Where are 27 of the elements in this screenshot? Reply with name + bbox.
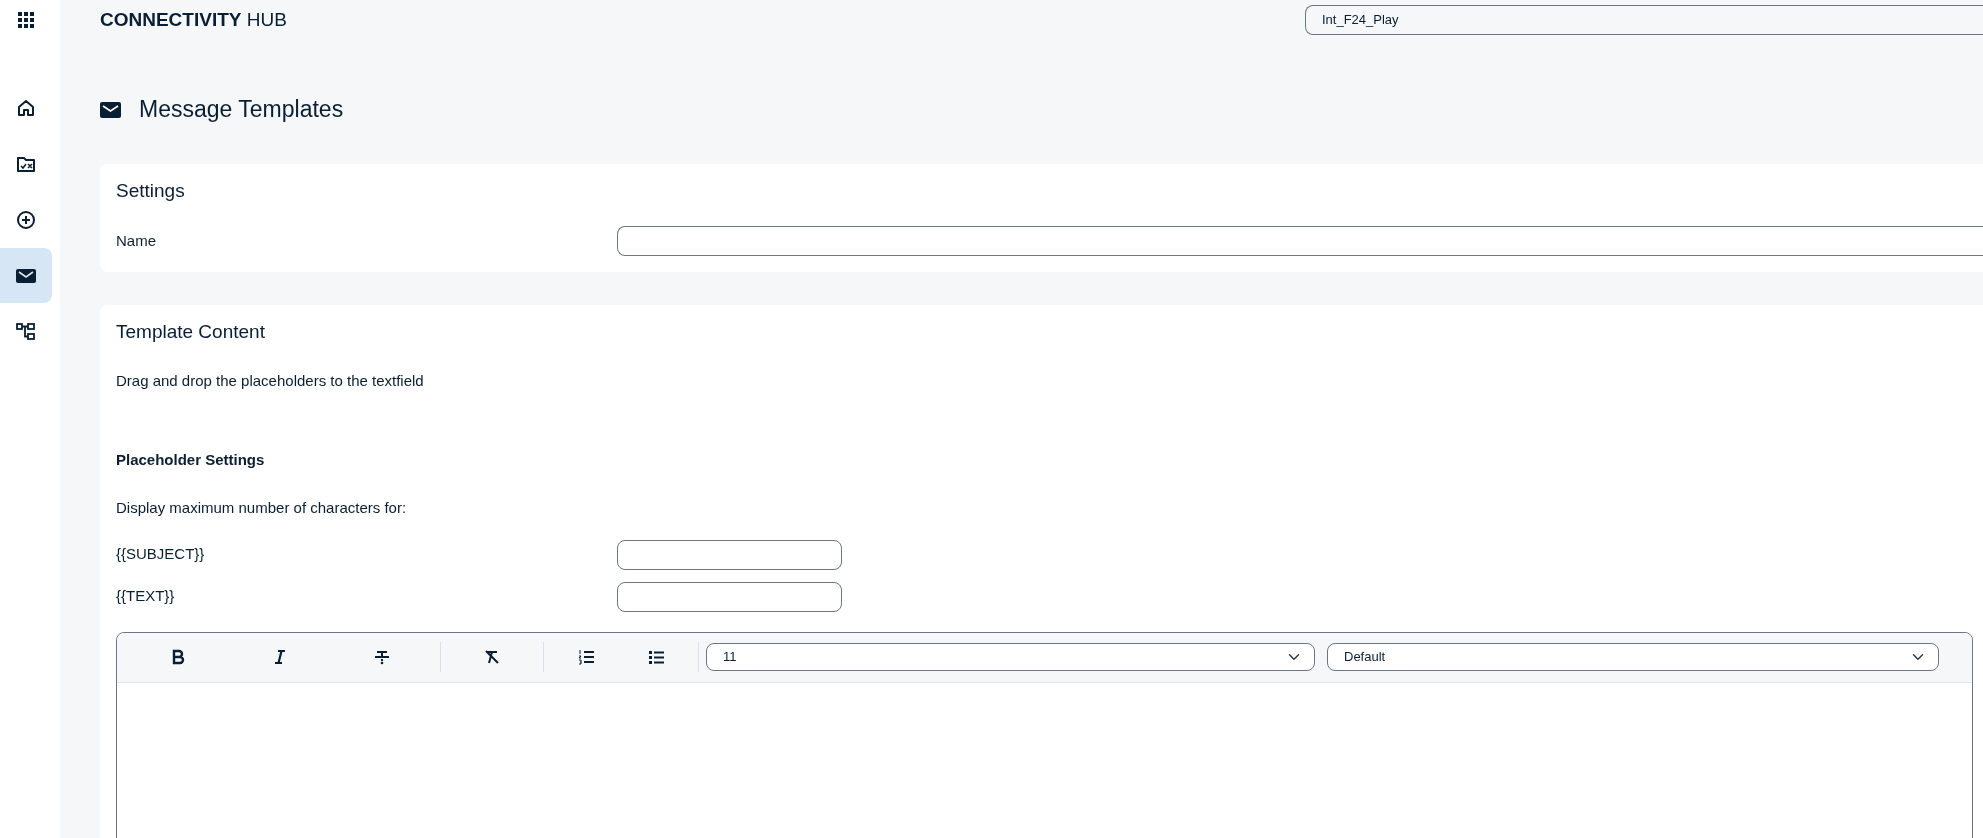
font-select[interactable]: Default bbox=[1327, 643, 1939, 672]
italic-icon bbox=[272, 649, 288, 666]
field-label: Name bbox=[116, 231, 157, 252]
input-field[interactable] bbox=[617, 539, 842, 570]
card-title: Template Content bbox=[116, 321, 266, 345]
section-heading: Placeholder Settings bbox=[116, 449, 266, 470]
mail-icon bbox=[100, 101, 121, 118]
field-label: {{TEXT}} bbox=[116, 586, 176, 607]
hint-text: Drag and drop the placeholders to the textfield bbox=[116, 371, 425, 392]
add-circle-icon bbox=[16, 209, 36, 230]
app-title: CONNECTIVITY HUB bbox=[100, 7, 287, 32]
field-label: {{SUBJECT}} bbox=[116, 544, 206, 565]
card-title: Settings bbox=[116, 179, 186, 203]
font-size-select[interactable]: 11 bbox=[706, 643, 1315, 672]
hierarchy-icon bbox=[16, 321, 36, 342]
home-icon bbox=[16, 97, 36, 118]
page-title: Message Templates bbox=[139, 96, 344, 124]
description-text: Display maximum number of characters for: bbox=[116, 498, 408, 519]
bullet-list-icon bbox=[648, 649, 664, 666]
numbered-list-icon bbox=[578, 649, 594, 666]
strikethrough-icon bbox=[374, 649, 390, 666]
bold-icon bbox=[170, 649, 186, 666]
input-field[interactable] bbox=[617, 581, 842, 612]
clear-format-icon bbox=[484, 649, 500, 666]
environment-select[interactable]: Int_F24_Play bbox=[1305, 5, 1983, 35]
input-field[interactable] bbox=[617, 226, 1983, 257]
sidebar-item[interactable] bbox=[0, 248, 52, 303]
